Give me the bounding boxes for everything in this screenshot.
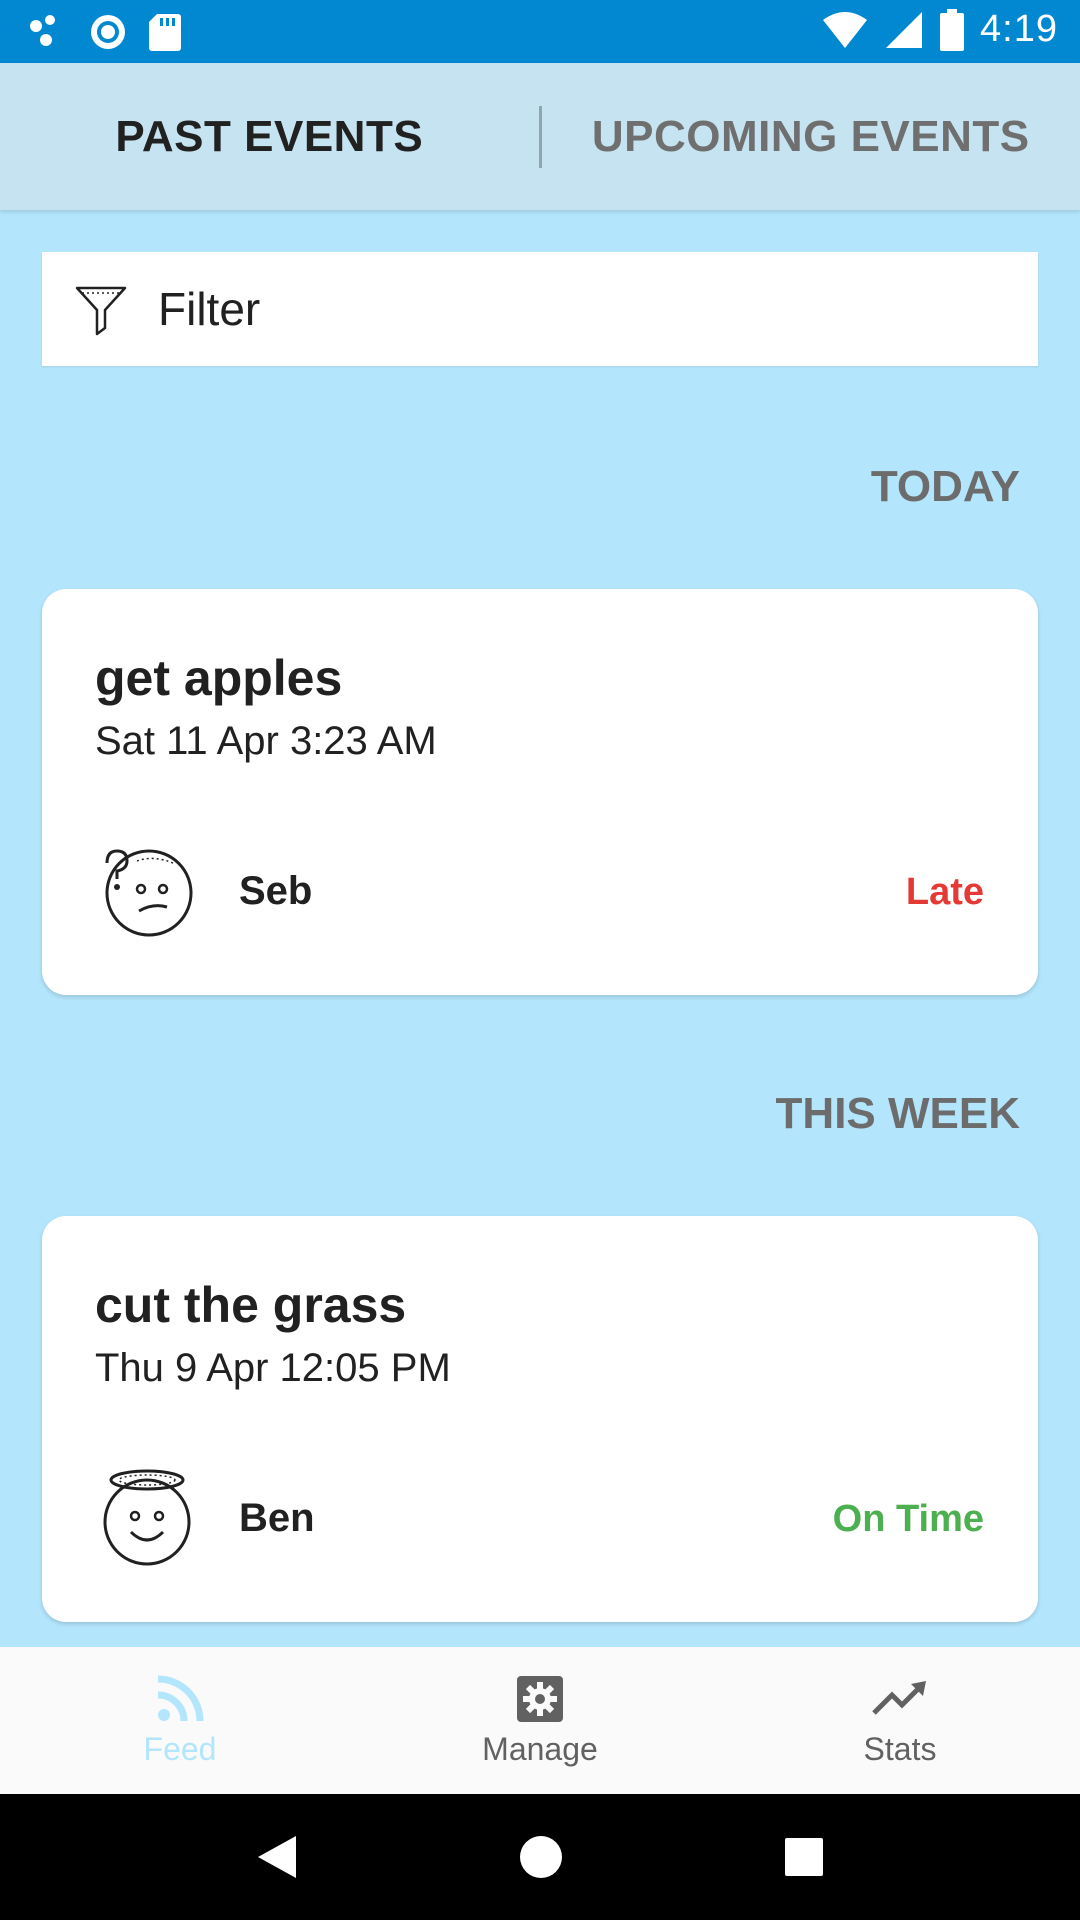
nav-stats[interactable]: Stats: [720, 1647, 1080, 1794]
angel-face-icon: [103, 1469, 191, 1566]
nav-feed[interactable]: Feed: [0, 1647, 360, 1794]
event-card[interactable]: cut the grass Thu 9 Apr 12:05 PM Ben On …: [42, 1216, 1038, 1622]
event-datetime: Sat 11 Apr 3:23 AM: [95, 719, 437, 763]
nav-stats-label: Stats: [863, 1731, 937, 1767]
event-datetime: Thu 9 Apr 12:05 PM: [95, 1346, 451, 1390]
bottom-navigation: Feed Manage Stats: [0, 1647, 1080, 1794]
filter-icon: [75, 286, 127, 336]
person-name: Ben: [239, 1496, 315, 1540]
battery-icon: [940, 8, 965, 51]
confused-face-icon: [105, 849, 193, 937]
nav-feed-label: Feed: [143, 1731, 217, 1767]
event-card[interactable]: get apples Sat 11 Apr 3:23 AM Seb Late: [42, 589, 1038, 995]
sd-card-icon: [149, 14, 181, 51]
back-icon[interactable]: [256, 1834, 298, 1880]
section-heading-today: TODAY: [870, 462, 1020, 511]
wifi-icon: [823, 11, 868, 48]
trending-up-icon: [872, 1681, 926, 1715]
status-bar: 4:19: [0, 0, 1080, 63]
gear-icon: [517, 1676, 563, 1722]
system-navigation-bar: [0, 1794, 1080, 1920]
status-label: On Time: [832, 1498, 984, 1540]
circle-target-icon: [91, 15, 125, 49]
home-icon[interactable]: [519, 1835, 563, 1879]
event-tabs: PAST EVENTS UPCOMING EVENTS: [0, 63, 1080, 210]
status-label: Late: [905, 871, 984, 913]
event-title: cut the grass: [95, 1277, 407, 1333]
clock: 4:19: [980, 8, 1058, 50]
cloud-dots-icon: [30, 15, 55, 46]
person-name: Seb: [239, 869, 313, 913]
event-title: get apples: [95, 650, 343, 706]
nav-manage[interactable]: Manage: [360, 1647, 720, 1794]
tab-upcoming-events[interactable]: UPCOMING EVENTS: [542, 112, 1080, 162]
filter-bar[interactable]: Filter: [42, 252, 1038, 366]
tab-past-events[interactable]: PAST EVENTS: [0, 112, 539, 162]
nav-manage-label: Manage: [482, 1731, 598, 1767]
rss-feed-icon: [157, 1675, 204, 1722]
recents-icon[interactable]: [784, 1837, 824, 1877]
signal-icon: [886, 11, 923, 48]
section-heading-this-week: THIS WEEK: [775, 1089, 1020, 1138]
filter-label: Filter: [158, 283, 261, 335]
